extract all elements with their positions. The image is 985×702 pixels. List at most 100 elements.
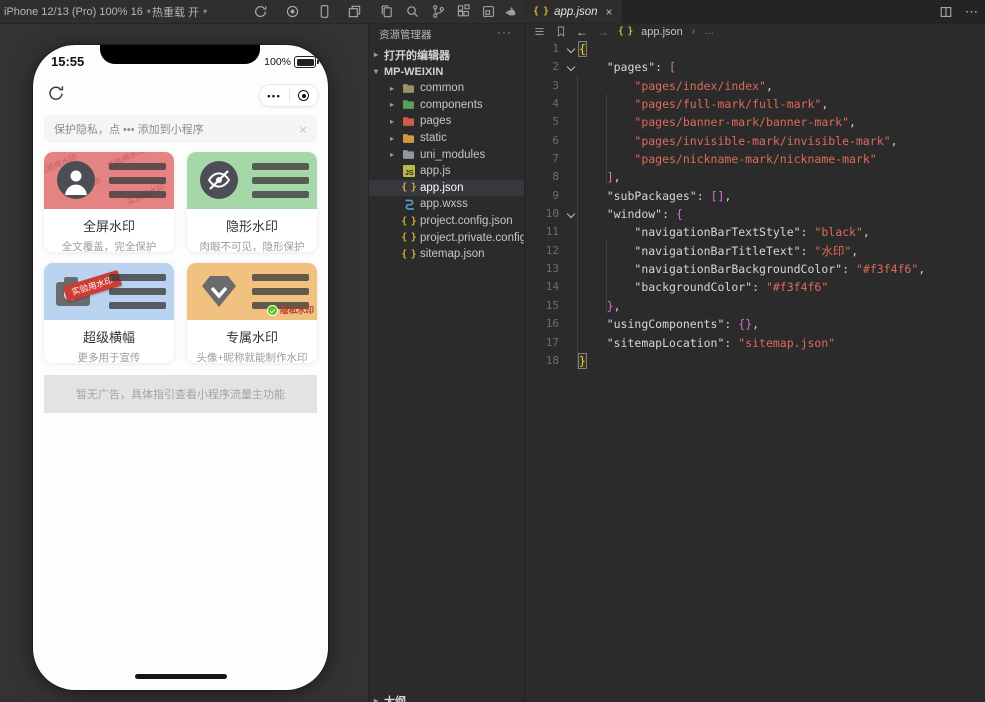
line-number: 15 (545, 298, 559, 312)
fold-chevron-icon[interactable] (564, 40, 579, 58)
fold-chevron-icon[interactable] (564, 58, 579, 76)
line-number: 5 (552, 115, 559, 129)
explorer-item-uni-modules[interactable]: ▸ uni_modules (369, 146, 524, 163)
fold-gutter (564, 334, 579, 352)
wxss-icon (401, 198, 416, 211)
split-editor-icon[interactable] (939, 5, 953, 19)
code-line[interactable]: 2 "pages": [ (525, 58, 985, 76)
code-line[interactable]: 10 "window": { (525, 205, 985, 223)
line-number: 14 (545, 280, 559, 294)
fold-chevron-icon[interactable] (564, 205, 579, 223)
ide-window: iPhone 12/13 (Pro) 100% 16 ▾ 热重载 开 ▾ {}… (0, 0, 985, 702)
explorer-item-app-json[interactable]: { } app.json (369, 179, 524, 197)
text-lines-placeholder (109, 274, 166, 316)
record-icon[interactable] (284, 3, 301, 20)
exit-target-icon[interactable] (290, 90, 319, 101)
file-label: app.wxss (420, 198, 468, 211)
explorer-item-pages[interactable]: ▸ pages (369, 113, 524, 130)
windows-icon[interactable] (346, 3, 363, 20)
explorer-item-static[interactable]: ▸ static (369, 130, 524, 147)
text-lines-placeholder (252, 163, 309, 205)
root-folder-section[interactable]: ▾ MP-WEIXIN (369, 63, 524, 80)
chevron-right-icon: ▸ (374, 50, 379, 59)
chevron-right-icon: ▸ (390, 150, 395, 160)
code-line[interactable]: 7 "pages/nickname-mark/nickname-mark" (525, 150, 985, 168)
code-line[interactable]: 12 "navigationBarTitleText": "水印", (525, 242, 985, 260)
code-text: "usingComponents": {}, (606, 317, 760, 332)
phone-notch (100, 45, 260, 64)
code-text: "window": { (606, 207, 683, 222)
code-line[interactable]: 3 "pages/index/index", (525, 77, 985, 95)
explorer-item-sitemap-json[interactable]: { } sitemap.json (369, 246, 524, 263)
code-line[interactable]: 18} (525, 352, 985, 370)
hot-reload-selector[interactable]: 热重载 开 ▾ (152, 0, 207, 23)
refresh-icon[interactable] (252, 3, 269, 20)
code-line[interactable]: 1{ (525, 40, 985, 58)
file-label: app.json (420, 181, 464, 194)
breadcrumb-more[interactable]: … (704, 26, 714, 37)
code-line[interactable]: 16 "usingComponents": {}, (525, 315, 985, 333)
file-label: project.config.json (420, 215, 513, 228)
teapot-icon[interactable] (503, 3, 520, 20)
card-invisible-watermark[interactable]: 隐形水印 肉眼不可见，隐形保护 (187, 152, 317, 252)
page-refresh-icon[interactable] (46, 83, 66, 103)
more-actions-icon[interactable]: ⋯ (965, 4, 979, 20)
fold-gutter (564, 315, 579, 333)
file-tree: ▸ common ▸ components ▸ pages ▸ static ▸ uni_modu… (369, 80, 524, 263)
code-area[interactable]: 1{2 "pages": [3 "pages/index/index", 4 "p… (525, 40, 985, 370)
explorer-item-app-wxss[interactable]: app.wxss (369, 196, 524, 213)
outline-label: 大纲 (384, 695, 406, 702)
more-menu-icon[interactable]: ••• (260, 91, 289, 101)
json-icon: { } (401, 215, 416, 227)
extensions-icon[interactable] (455, 3, 472, 20)
editor-panel[interactable]: ← → { } app.json › … 1{2 "pages": [3 "pa… (524, 23, 985, 702)
explorer-item-components[interactable]: ▸ components (369, 97, 524, 114)
breadcrumb-file[interactable]: app.json (641, 26, 683, 38)
card-super-banner[interactable]: 实验用水印 超级横幅 更多用于宣传 (44, 263, 174, 363)
list-icon[interactable] (533, 25, 546, 38)
outline-section[interactable]: ▸ 大纲 (369, 692, 524, 702)
phone-icon[interactable] (316, 3, 333, 20)
explorer-item-project-private-config-js-[interactable]: { } project.private.config.js... (369, 229, 524, 246)
code-line[interactable]: 11 "navigationBarTextStyle": "black", (525, 223, 985, 241)
banner-close-icon[interactable]: × (299, 122, 307, 137)
code-line[interactable]: 14 "backgroundColor": "#f3f4f6" (525, 278, 985, 296)
code-line[interactable]: 8 ], (525, 168, 985, 186)
indent-guide (606, 240, 607, 314)
file-label: uni_modules (420, 148, 486, 161)
explorer-item-project-config-json[interactable]: { } project.config.json (369, 213, 524, 230)
fold-gutter (564, 187, 579, 205)
card-fullscreen-watermark[interactable]: 实验用水印 实验用水印 实验用水印 实验用水印 全屏水印 全文覆盖，完全保护 (44, 152, 174, 252)
ad-placeholder-text: 暂无广告，具体指引查看小程序流量主功能 (76, 389, 285, 401)
code-line[interactable]: 4 "pages/full-mark/full-mark", (525, 95, 985, 113)
card-title: 专属水印 (225, 330, 278, 345)
source-control-icon[interactable] (430, 3, 447, 20)
code-line[interactable]: 5 "pages/banner-mark/banner-mark", (525, 113, 985, 131)
explorer-item-app-js[interactable]: JS app.js (369, 163, 524, 180)
files-icon[interactable] (378, 3, 395, 20)
file-label: common (420, 82, 465, 95)
code-line[interactable]: 9 "subPackages": [], (525, 187, 985, 205)
line-number: 9 (552, 188, 559, 202)
open-editors-section[interactable]: ▸ 打开的编辑器 (369, 46, 524, 63)
code-line[interactable]: 15 }, (525, 297, 985, 315)
search-icon[interactable] (404, 3, 421, 20)
check-icon (266, 304, 278, 316)
card-exclusive-watermark[interactable]: 隐私水印 专属水印 头像+昵称就能制作水印 (187, 263, 317, 363)
bookmark-icon[interactable] (555, 25, 567, 38)
device-selector[interactable]: iPhone 12/13 (Pro) 100% 16 ▾ (4, 0, 151, 23)
fold-gutter (564, 150, 579, 168)
code-line[interactable]: 17 "sitemapLocation": "sitemap.json" (525, 334, 985, 352)
close-icon[interactable]: × (606, 5, 613, 19)
forward-icon[interactable]: → (597, 25, 609, 39)
fold-gutter (564, 223, 579, 241)
explorer-item-common[interactable]: ▸ common (369, 80, 524, 97)
explorer-more-icon[interactable]: ··· (497, 25, 512, 39)
tab-app-json[interactable]: { } app.json × (524, 0, 623, 23)
chevron-down-icon: ▾ (146, 7, 151, 16)
back-icon[interactable]: ← (576, 25, 588, 39)
code-line[interactable]: 6 "pages/invisible-mark/invisible-mark", (525, 132, 985, 150)
line-number: 12 (545, 243, 559, 257)
layout-icon[interactable] (480, 3, 497, 20)
code-line[interactable]: 13 "navigationBarBackgroundColor": "#f3f… (525, 260, 985, 278)
